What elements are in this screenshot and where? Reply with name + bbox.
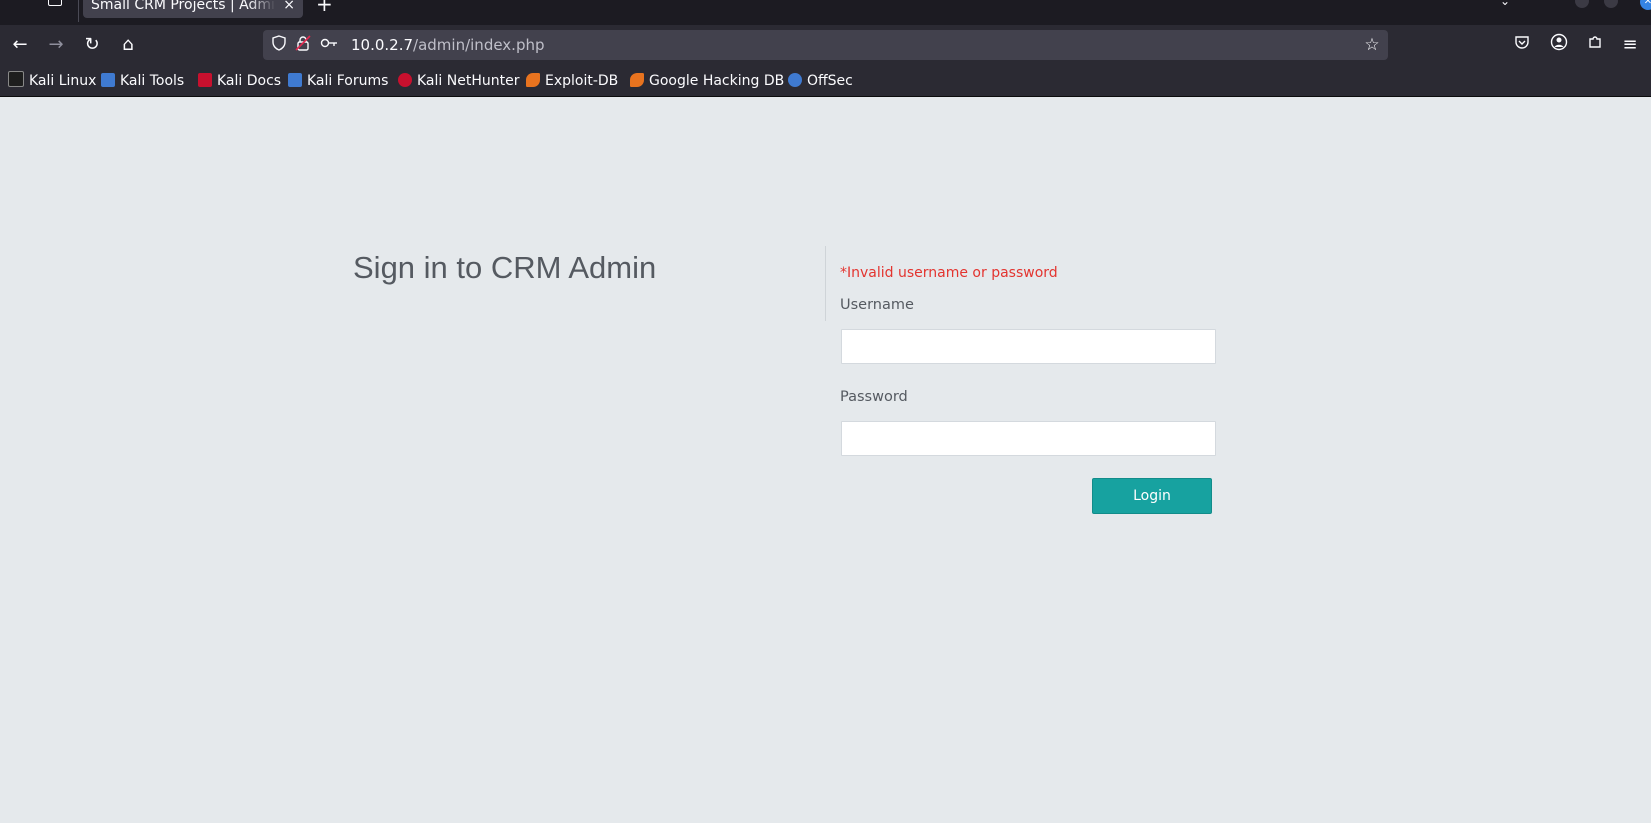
tab-active[interactable]: Small CRM Projects | Admin Login ×: [83, 0, 303, 18]
kali-dragon-icon: [8, 71, 24, 87]
bookmark-kali-tools[interactable]: Kali Tools: [101, 71, 184, 91]
offsec-icon: [788, 73, 802, 87]
bookmark-kali-nethunter[interactable]: Kali NetHunter: [398, 71, 519, 91]
tab-close-icon[interactable]: ×: [283, 0, 295, 16]
menu-hamburger-icon[interactable]: ≡: [1618, 33, 1642, 57]
page-title: Sign in to CRM Admin: [353, 250, 657, 285]
account-icon[interactable]: [1547, 33, 1571, 57]
bookmark-label: Google Hacking DB: [649, 73, 785, 89]
shield-icon[interactable]: [269, 35, 289, 55]
sidebar-toggle-icon[interactable]: [46, 0, 64, 12]
kali-forums-icon: [288, 73, 302, 87]
bookmark-label: Kali NetHunter: [417, 73, 520, 89]
bookmark-offsec[interactable]: OffSec: [788, 71, 853, 91]
error-message: *Invalid username or password: [840, 265, 1058, 281]
new-tab-icon[interactable]: +: [316, 0, 333, 14]
bookmark-kali-forums[interactable]: Kali Forums: [288, 71, 388, 91]
maximize-icon[interactable]: [1604, 0, 1618, 8]
tab-bar: Small CRM Projects | Admin Login × + ⌄ ✕: [0, 0, 1651, 25]
divider: [825, 246, 826, 321]
bookmark-label: OffSec: [807, 73, 853, 89]
bookmarks-toolbar: Kali Linux Kali Tools Kali Docs Kali For…: [0, 65, 1651, 97]
bookmark-star-icon[interactable]: ☆: [1362, 35, 1382, 55]
navigation-bar: ← → ↻ ⌂ 10.0.2.7/admin/index.php ☆ ≡: [0, 25, 1651, 65]
url-host: 10.0.2.7: [351, 36, 414, 54]
key-icon[interactable]: [319, 35, 339, 55]
kali-tools-icon: [101, 73, 115, 87]
ghdb-icon: [630, 73, 644, 87]
bookmark-kali-docs[interactable]: Kali Docs: [198, 71, 281, 91]
bookmark-kali-linux[interactable]: Kali Linux: [8, 71, 96, 91]
url-bar[interactable]: 10.0.2.7/admin/index.php ☆: [263, 30, 1388, 60]
minimize-icon[interactable]: [1575, 0, 1589, 8]
window-close-icon[interactable]: ✕: [1640, 0, 1651, 10]
tab-list-chevron-icon[interactable]: ⌄: [1500, 0, 1510, 8]
url-text[interactable]: 10.0.2.7/admin/index.php: [351, 36, 545, 54]
bookmark-label: Kali Docs: [217, 73, 282, 89]
bookmark-exploit-db[interactable]: Exploit-DB: [526, 71, 618, 91]
password-input[interactable]: [841, 421, 1216, 456]
password-label: Password: [840, 389, 908, 405]
insecure-lock-icon[interactable]: [293, 35, 313, 55]
bookmark-google-hacking-db[interactable]: Google Hacking DB: [630, 71, 784, 91]
forward-arrow-icon[interactable]: →: [44, 33, 68, 57]
bookmark-label: Exploit-DB: [545, 73, 619, 89]
login-button[interactable]: Login: [1092, 478, 1212, 514]
extensions-icon[interactable]: [1583, 33, 1607, 57]
reload-icon[interactable]: ↻: [80, 33, 104, 57]
exploit-db-icon: [526, 73, 540, 87]
url-path: /admin/index.php: [413, 36, 545, 54]
tab-title: Small CRM Projects | Admin Login: [91, 0, 276, 13]
username-label: Username: [840, 297, 914, 313]
tab-divider: [78, 0, 79, 22]
bookmark-label: Kali Linux: [29, 73, 97, 89]
bookmark-label: Kali Forums: [307, 73, 389, 89]
kali-nethunter-icon: [398, 73, 412, 87]
pocket-icon[interactable]: [1510, 33, 1534, 57]
kali-docs-icon: [198, 73, 212, 87]
back-arrow-icon[interactable]: ←: [8, 33, 32, 57]
bookmark-label: Kali Tools: [120, 73, 185, 89]
home-icon[interactable]: ⌂: [116, 33, 140, 57]
username-input[interactable]: [841, 329, 1216, 364]
